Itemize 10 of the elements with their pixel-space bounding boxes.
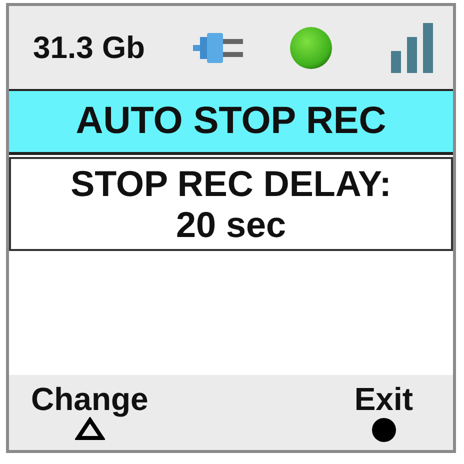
- setting-label: STOP REC DELAY:: [70, 163, 392, 204]
- setting-value: 20 sec: [176, 204, 286, 245]
- soft-key-label: Change: [31, 381, 148, 417]
- soft-key-label: Exit: [354, 381, 413, 417]
- signal-icon: [391, 22, 435, 72]
- storage-text: 31.3 Gb: [33, 30, 145, 66]
- triangle-icon: [74, 417, 105, 441]
- status-dot-icon: [289, 26, 333, 70]
- circle-icon: [370, 417, 397, 443]
- screen-title: AUTO STOP REC: [76, 100, 386, 143]
